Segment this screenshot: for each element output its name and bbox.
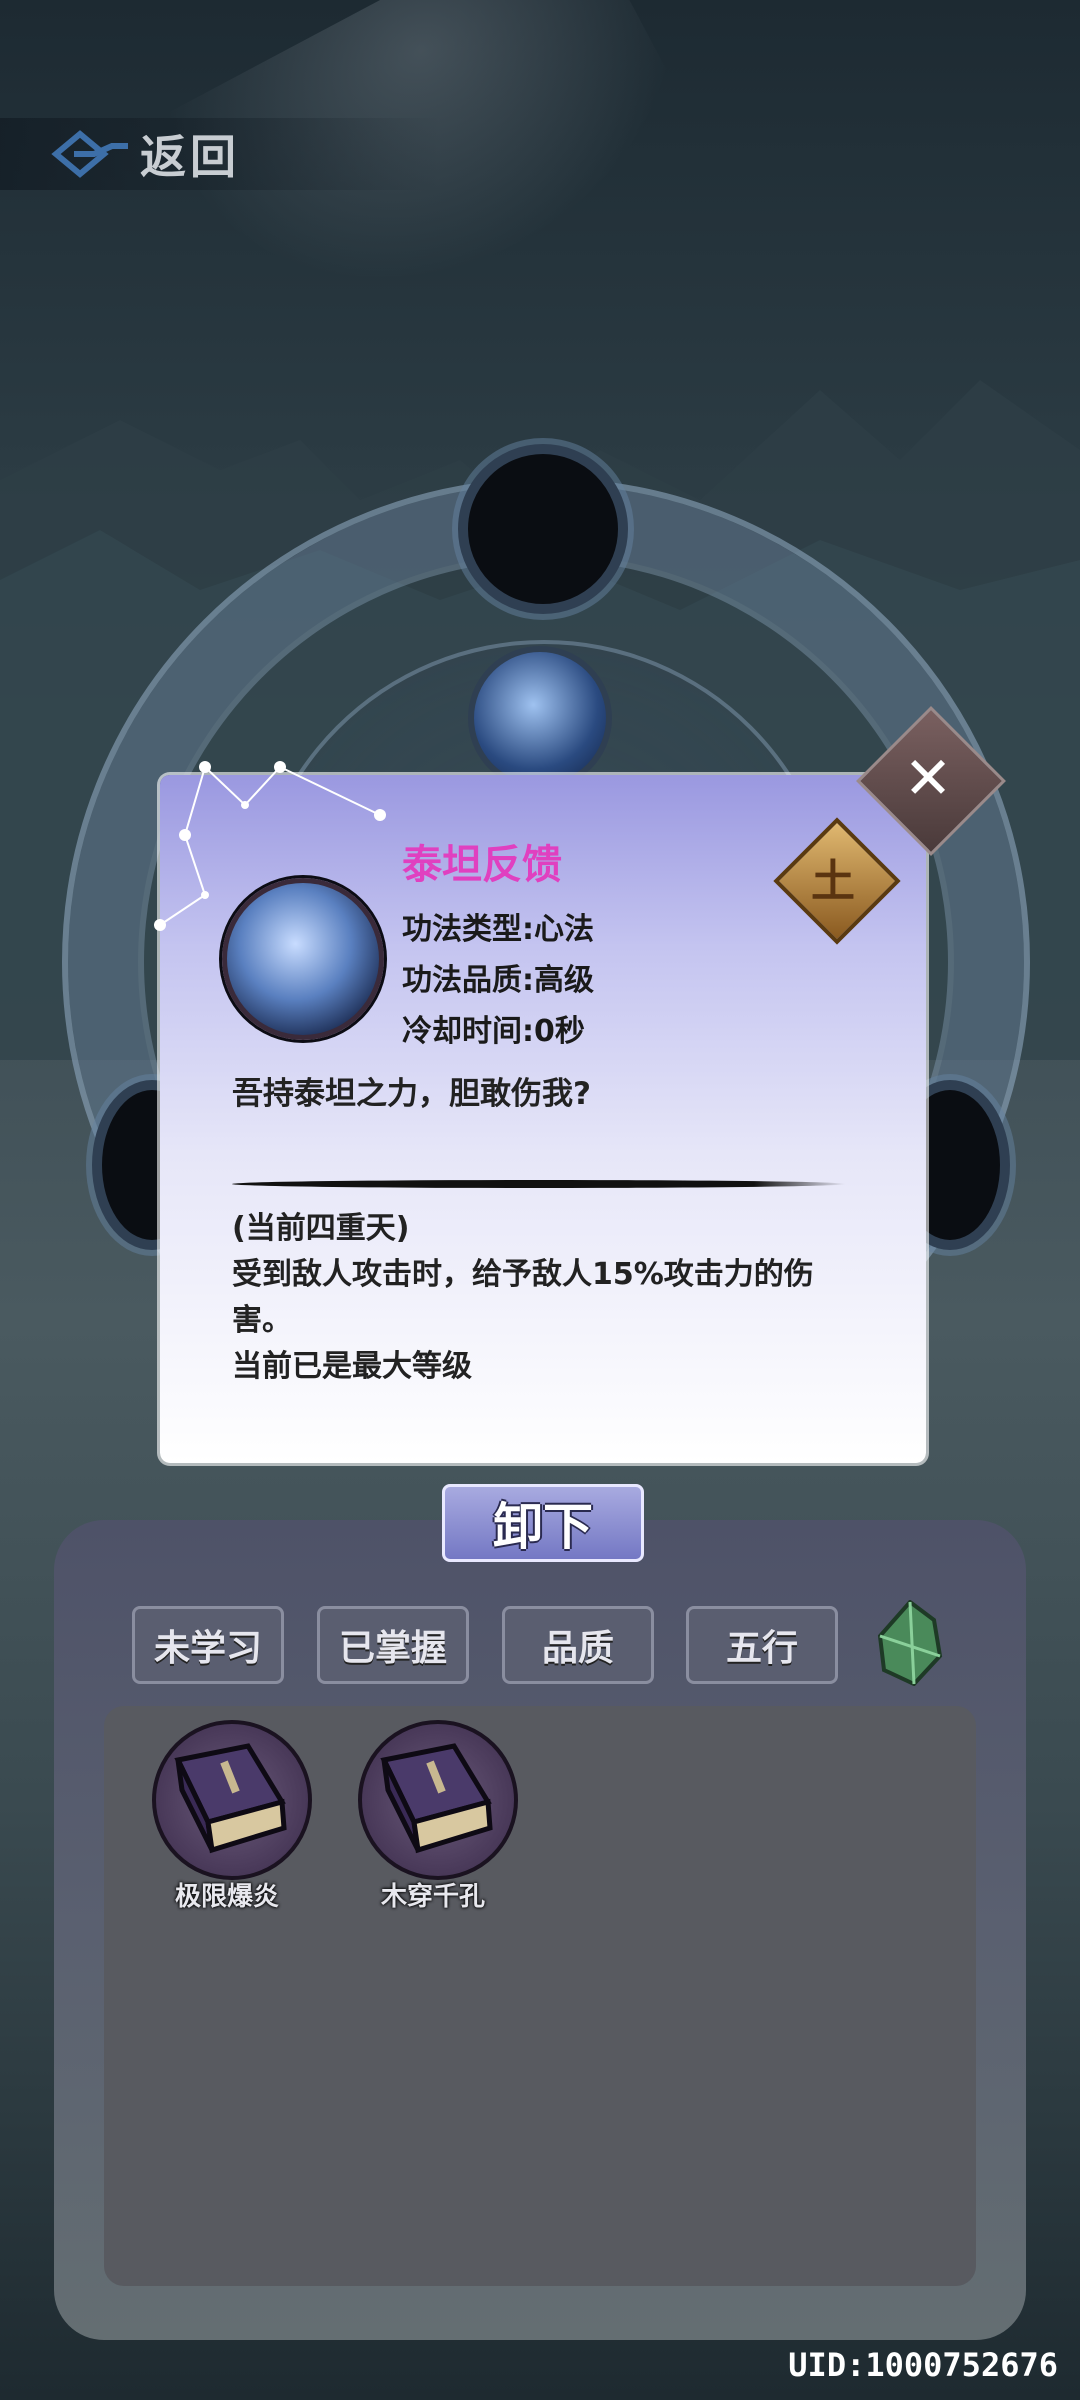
skill-effect-line2: 害。: [232, 1303, 292, 1338]
skill-slot-top[interactable]: [458, 444, 628, 614]
skill-slot-equipped[interactable]: [468, 646, 612, 790]
unequip-button[interactable]: 卸下: [442, 1484, 644, 1562]
filter-quality-button[interactable]: 品质: [502, 1606, 654, 1684]
crystal-icon[interactable]: [874, 1600, 946, 1686]
close-button[interactable]: ✕: [878, 728, 978, 828]
skill-list-item[interactable]: 木穿千孔: [348, 1720, 518, 1940]
book-icon: [380, 1743, 493, 1854]
skill-description: (当前四重天) 受到敌人攻击时，给予敌人15%攻击力的伤 害。 当前已是最大等级: [232, 1206, 852, 1390]
skill-item-name: 木穿千孔: [380, 1882, 485, 1912]
book-icon: [174, 1743, 287, 1854]
skill-name: 泰坦反馈: [402, 842, 562, 888]
skill-item-name: 极限爆炎: [174, 1882, 279, 1912]
filter-unlearned-button[interactable]: 未学习: [132, 1606, 284, 1684]
filter-element-button[interactable]: 五行: [686, 1606, 838, 1684]
brush-divider: [232, 1180, 846, 1188]
back-button[interactable]: 返回: [140, 121, 240, 187]
skill-list-item[interactable]: 极限爆炎: [142, 1720, 312, 1940]
skill-cooldown: 冷却时间:0秒: [402, 1014, 585, 1049]
element-char: 土: [811, 856, 855, 907]
diamond-arrow-icon[interactable]: [50, 128, 130, 180]
user-id: UID:1000752676: [788, 2346, 1058, 2384]
filter-mastered-button[interactable]: 已掌握: [317, 1606, 469, 1684]
top-bar: 返回: [0, 118, 440, 190]
skill-quote: 吾持泰坦之力，胆敢伤我?: [232, 1076, 591, 1112]
skill-type: 功法类型:心法: [402, 912, 594, 947]
skill-icon: [222, 878, 384, 1040]
skill-level: (当前四重天): [232, 1211, 410, 1246]
max-level-note: 当前已是最大等级: [232, 1349, 472, 1384]
skill-quality: 功法品质:高级: [402, 963, 594, 998]
skill-effect-line1: 受到敌人攻击时，给予敌人15%攻击力的伤: [232, 1257, 814, 1292]
